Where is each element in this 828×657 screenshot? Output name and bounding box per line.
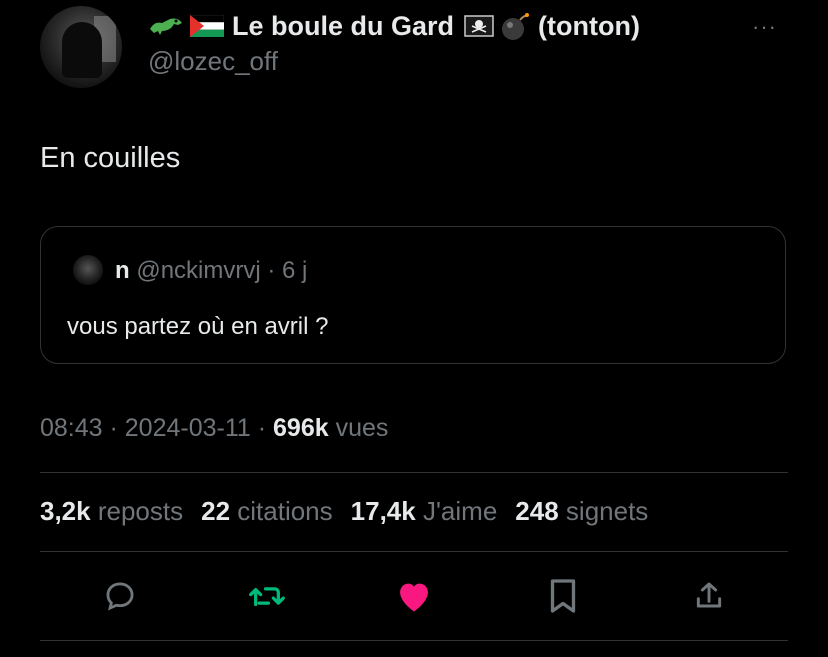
bomb-icon [502, 13, 530, 40]
repost-button[interactable] [247, 576, 287, 616]
quoted-tweet-text: vous partez où en avril ? [67, 313, 329, 340]
divider [40, 640, 788, 641]
pirate-flag-icon [464, 15, 494, 37]
share-icon [696, 582, 722, 608]
author-avatar[interactable] [40, 6, 122, 88]
stat-label: citations [237, 496, 333, 526]
quoted-author-meta: @nckimvrvj · 6 j [136, 257, 308, 284]
reply-icon [106, 582, 134, 611]
like-icon [400, 583, 428, 612]
reply-button[interactable] [100, 576, 140, 616]
tweet-text: En couilles [40, 142, 181, 174]
author-name-row[interactable]: Le boule du Gard (tonton) [148, 10, 640, 42]
stat-likes[interactable]: 17,4k J'aime [351, 496, 498, 527]
stat-label: reposts [97, 496, 184, 526]
bookmark-icon [550, 579, 576, 613]
stat-reposts[interactable]: 3,2k reposts [40, 496, 183, 527]
like-button[interactable] [394, 576, 434, 616]
quoted-author-avatar [73, 255, 103, 285]
author-display-name: Le boule du Gard [232, 10, 455, 41]
stat-count: 22 [201, 496, 231, 526]
stat-count: 17,4k [350, 496, 416, 526]
avatar-figure [62, 22, 102, 78]
tweet-meta: 08:43 · 2024-03-11 · 696k vues [40, 414, 388, 443]
stat-count: 248 [515, 496, 559, 526]
stat-bookmarks[interactable]: 248 signets [515, 496, 648, 527]
views-label: vues [328, 414, 389, 442]
author-handle[interactable]: @lozec_off [148, 46, 278, 77]
bookmark-button[interactable] [543, 576, 583, 616]
share-button[interactable] [689, 576, 729, 616]
stat-quotes[interactable]: 22 citations [201, 496, 333, 527]
engagement-stats: 3,2k reposts 22 citations 17,4k J'aime 2… [40, 496, 666, 527]
quoted-author-name: n [115, 257, 130, 284]
divider [40, 472, 788, 473]
views-count: 696k [273, 414, 329, 442]
crocodile-icon [150, 18, 182, 35]
more-options-icon[interactable]: ··· [752, 14, 777, 40]
palestine-flag-icon [190, 15, 224, 37]
stat-label: J'aime [422, 496, 498, 526]
tweet-timestamp[interactable]: 08:43 · 2024-03-11 · [40, 414, 273, 442]
stat-count: 3,2k [40, 496, 91, 526]
repost-icon [249, 587, 285, 607]
stat-label: signets [565, 496, 649, 526]
quoted-tweet-header: n @nckimvrvj · 6 j [115, 257, 307, 285]
quoted-tweet-card[interactable]: n @nckimvrvj · 6 j vous partez où en avr… [40, 226, 786, 364]
author-name-suffix: (tonton) [538, 10, 640, 41]
divider [40, 551, 788, 552]
